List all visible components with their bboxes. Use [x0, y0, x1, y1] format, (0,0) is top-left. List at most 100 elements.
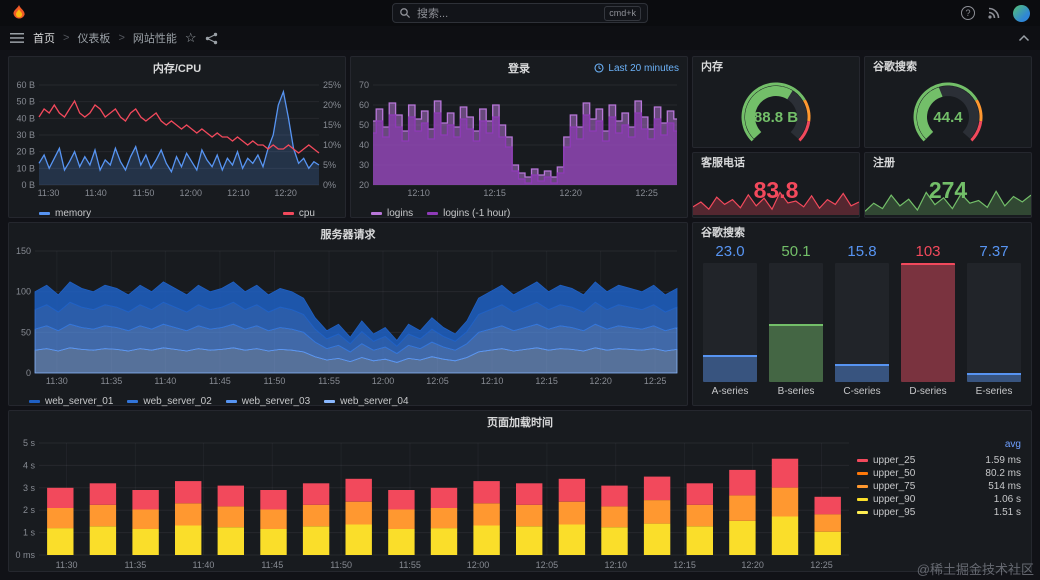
panel-google-bar-gauge: 谷歌搜索 23.0A-series 50.1 B-series 15.8C-serie… [692, 222, 1032, 406]
panel-title-google-gauge[interactable]: 谷歌搜索 [865, 57, 1031, 75]
legend-item[interactable]: logins (-1 hour) [427, 208, 510, 219]
legend-swatch [427, 212, 438, 215]
svg-text:60 B: 60 B [16, 80, 35, 90]
panel-support-calls: 客服电话 83.8 [692, 152, 860, 218]
bar-gauge-label: B-series [769, 382, 823, 397]
support-calls-value: 83.8 [693, 171, 859, 209]
legend-swatch [324, 400, 335, 403]
bar-gauge-track [769, 263, 823, 382]
legend-item[interactable]: web_server_03 [226, 396, 310, 407]
svg-text:12:25: 12:25 [635, 188, 658, 198]
panel-title-page-load-time[interactable]: 页面加载时间 [9, 411, 1031, 433]
signups-stat[interactable]: 274 [865, 171, 1031, 215]
legend-label: upper_25 [873, 455, 972, 466]
bar-gauge-column[interactable]: 50.1 B-series [769, 243, 823, 397]
svg-text:12:15: 12:15 [535, 376, 558, 386]
legend-label: logins [387, 208, 413, 219]
grafana-dashboard: 搜索... cmd+k ? 首页 > 仪表板 > 网站性能 ☆ [0, 0, 1040, 580]
panel-title-server-requests[interactable]: 服务器请求 [9, 223, 687, 245]
bar-gauge-value: 15.8 [835, 243, 889, 263]
bar-gauge-fill [901, 263, 955, 382]
bar-gauge-column[interactable]: 23.0A-series [703, 243, 757, 397]
memory-cpu-chart[interactable]: 0 B10 B20 B30 B40 B50 B60 B0%5%10%15%20%… [9, 79, 345, 199]
svg-text:12:00: 12:00 [179, 188, 202, 198]
svg-text:12:15: 12:15 [483, 188, 506, 198]
legend-item[interactable]: web_server_01 [29, 396, 113, 407]
panel-title-logins[interactable]: 登录 Last 20 minutes [351, 57, 687, 79]
legend-value: 1.59 ms [977, 455, 1021, 466]
panel-title-memory-cpu[interactable]: 内存/CPU [9, 57, 345, 79]
news-icon[interactable] [987, 6, 1001, 20]
svg-text:11:50: 11:50 [330, 560, 352, 570]
logins-chart[interactable]: 20304050607012:1012:1512:2012:25 [351, 79, 687, 199]
legend-item[interactable]: memory [39, 208, 91, 219]
bar-gauge-column[interactable]: 7.37E-series [967, 243, 1021, 397]
bar-gauge-value: 103 [901, 243, 955, 263]
server-requests-chart[interactable]: 05010015011:3011:3511:4011:4511:5011:551… [9, 245, 687, 387]
bar-gauge-fill [967, 373, 1021, 382]
legend-label: web_server_02 [143, 396, 211, 407]
google-bar-gauge[interactable]: 23.0A-series 50.1 B-series 15.8C-series103D… [693, 241, 1031, 401]
panel-title-google-bar-gauge[interactable]: 谷歌搜索 [693, 223, 1031, 241]
menu-icon[interactable] [10, 32, 25, 44]
panel-title-support-calls[interactable]: 客服电话 [693, 153, 859, 171]
legend-item[interactable]: upper_5080.2 ms [857, 467, 1021, 480]
svg-text:11:30: 11:30 [38, 188, 60, 198]
svg-text:88.8 B: 88.8 B [754, 109, 798, 126]
bar-gauge-fill [835, 364, 889, 382]
legend-label: web_server_04 [340, 396, 408, 407]
legend-label: cpu [299, 208, 315, 219]
time-range-override[interactable]: Last 20 minutes [594, 57, 679, 79]
legend-value: 514 ms [977, 481, 1021, 492]
time-override-label: Last 20 minutes [608, 63, 679, 74]
bar-gauge-value: 50.1 [769, 243, 823, 263]
breadcrumb-current[interactable]: 网站性能 [133, 30, 177, 46]
legend-item[interactable]: web_server_04 [324, 396, 408, 407]
breadcrumb-home[interactable]: 首页 [33, 30, 55, 46]
panel-logins: 登录 Last 20 minutes 20304050607012:1012:1… [350, 56, 688, 218]
avatar[interactable] [1013, 5, 1030, 22]
svg-text:150: 150 [16, 246, 31, 256]
page-load-time-legend: avg upper_251.59 msupper_5080.2 msupper_… [857, 433, 1029, 571]
legend-label: web_server_03 [242, 396, 310, 407]
bar-gauge-column[interactable]: 15.8C-series [835, 243, 889, 397]
legend-value: 1.06 s [977, 494, 1021, 505]
memory-gauge[interactable]: 88.8 B [693, 75, 859, 145]
search-placeholder: 搜索... [417, 5, 448, 21]
page-load-time-body: 0 ms1 s2 s3 s4 s5 s11:3011:3511:4011:451… [9, 433, 1031, 571]
panel-title-signups[interactable]: 注册 [865, 153, 1031, 171]
help-icon[interactable]: ? [961, 6, 975, 20]
legend-item[interactable]: cpu [283, 208, 315, 219]
support-calls-stat[interactable]: 83.8 [693, 171, 859, 215]
svg-text:4 s: 4 s [23, 460, 36, 470]
google-search-gauge[interactable]: 44.4 [865, 75, 1031, 145]
share-icon[interactable] [205, 32, 218, 45]
svg-text:12:25: 12:25 [810, 560, 833, 570]
svg-text:11:50: 11:50 [264, 376, 286, 386]
page-load-time-chart[interactable]: 0 ms1 s2 s3 s4 s5 s11:3011:3511:4011:451… [9, 433, 857, 571]
svg-text:30: 30 [359, 160, 369, 170]
star-icon[interactable]: ☆ [185, 30, 197, 46]
breadcrumb-dashboards[interactable]: 仪表板 [77, 30, 110, 46]
svg-text:11:40: 11:40 [154, 376, 176, 386]
legend-item[interactable]: upper_901.06 s [857, 493, 1021, 506]
panel-title-memory-gauge[interactable]: 内存 [693, 57, 859, 75]
svg-text:12:10: 12:10 [481, 376, 504, 386]
legend-item[interactable]: web_server_02 [127, 396, 211, 407]
bar-gauge-track [703, 263, 757, 382]
legend-item[interactable]: upper_951.51 s [857, 506, 1021, 519]
bar-gauge-column[interactable]: 103D-series [901, 243, 955, 397]
collapse-row-button[interactable] [1018, 34, 1030, 43]
grafana-logo-icon[interactable] [10, 4, 28, 22]
breadcrumb-bar: 首页 > 仪表板 > 网站性能 ☆ [0, 26, 1040, 50]
svg-text:11:40: 11:40 [193, 560, 215, 570]
legend-item[interactable]: upper_25 1.59 ms [857, 454, 1021, 467]
legend-swatch [857, 511, 868, 514]
search-input[interactable]: 搜索... cmd+k [392, 3, 648, 23]
svg-text:40 B: 40 B [16, 113, 35, 123]
legend-swatch [39, 212, 50, 215]
panel-memory-cpu: 内存/CPU 0 B10 B20 B30 B40 B50 B60 B0%5%10… [8, 56, 346, 218]
legend-item[interactable]: logins [371, 208, 413, 219]
search-icon [399, 7, 411, 19]
legend-item[interactable]: upper_75514 ms [857, 480, 1021, 493]
